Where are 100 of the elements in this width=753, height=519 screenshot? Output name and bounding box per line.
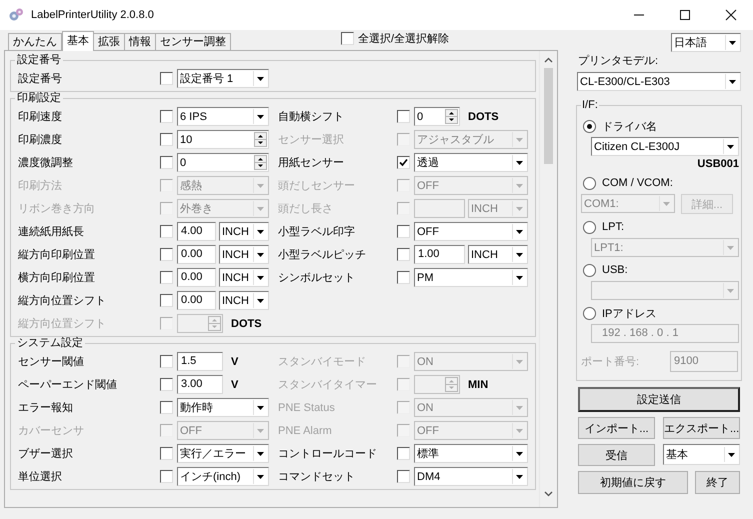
checkbox[interactable]: [160, 110, 173, 123]
checkbox[interactable]: [397, 470, 410, 483]
unit-dropdown[interactable]: INCH: [468, 245, 528, 264]
exit-button[interactable]: 終了: [695, 471, 740, 494]
radio-label: COM / VCOM:: [602, 177, 673, 189]
window-title: LabelPrinterUtility 2.0.8.0: [31, 9, 154, 21]
unit-dropdown[interactable]: INCH: [219, 245, 269, 264]
dropdown[interactable]: DM4: [414, 467, 528, 486]
group-title: 印刷設定: [16, 92, 62, 105]
input-field[interactable]: 4.00: [177, 222, 216, 241]
checkbox[interactable]: [160, 401, 173, 414]
radio-label: IPアドレス: [602, 306, 656, 320]
radio-button[interactable]: [583, 120, 596, 132]
printer-model-dropdown[interactable]: CL-E300/CL-E303: [577, 72, 741, 91]
dropdown[interactable]: 透過: [414, 153, 528, 172]
input-field[interactable]: 0.00: [177, 291, 216, 310]
dropdown[interactable]: PM: [414, 268, 528, 287]
receive-button[interactable]: 受信: [578, 444, 655, 466]
receive-mode-dropdown[interactable]: 基本: [663, 444, 740, 465]
reset-defaults-button[interactable]: 初期値に戻す: [578, 471, 688, 494]
setting-label: 印刷方法: [18, 178, 63, 193]
checkbox[interactable]: [160, 72, 173, 85]
setting-label: スタンバイタイマー: [278, 378, 378, 392]
caret-icon: [727, 246, 734, 250]
import-button[interactable]: インポート...: [578, 417, 655, 439]
checkbox[interactable]: [397, 156, 410, 169]
port-number-label: ポート番号:: [581, 354, 640, 369]
unit-dropdown[interactable]: INCH: [219, 268, 269, 287]
spin-field[interactable]: [177, 314, 223, 333]
checkbox[interactable]: [397, 225, 410, 238]
checkbox[interactable]: [341, 32, 354, 45]
spin-arrows-icon: [254, 155, 267, 170]
caret-icon: [257, 114, 264, 118]
setting-label: スタンバイモード: [278, 355, 367, 369]
port-label: USB001: [697, 158, 739, 170]
checkbox[interactable]: [397, 110, 410, 123]
scroll-down-icon[interactable]: [544, 491, 553, 497]
caret-icon: [516, 138, 523, 142]
setting-label: 用紙センサー: [278, 156, 345, 170]
input-field[interactable]: 0.00: [177, 268, 216, 287]
setting-label: 頭だし長さ: [278, 202, 334, 216]
dropdown[interactable]: インチ(inch): [177, 467, 269, 486]
setting-label: PNE Status: [278, 402, 336, 414]
language-dropdown[interactable]: 日本語: [671, 33, 741, 52]
dropdown[interactable]: 実行／エラー: [177, 444, 269, 463]
dropdown[interactable]: 6 IPS: [177, 107, 269, 126]
dropdown[interactable]: 設定番号 1: [177, 69, 269, 88]
spin-field[interactable]: 0: [177, 153, 269, 172]
setting-label: 設定番号: [18, 72, 63, 86]
setting-label: 小型ラベル印字: [278, 224, 356, 239]
dropdown[interactable]: OFF: [414, 222, 528, 241]
input-field[interactable]: 1.5: [177, 352, 223, 371]
input-field[interactable]: 3.00: [177, 375, 223, 394]
maximize-icon[interactable]: [679, 9, 691, 21]
unit-dropdown[interactable]: INCH: [219, 291, 269, 310]
spin-field[interactable]: [414, 375, 460, 394]
checkbox[interactable]: [160, 248, 173, 261]
caret-icon: [257, 428, 264, 432]
caret-icon: [727, 288, 734, 292]
checkbox[interactable]: [397, 271, 410, 284]
setting-label: 横方向印刷位置: [18, 270, 96, 285]
spin-field[interactable]: 10: [177, 130, 269, 149]
checkbox[interactable]: [160, 378, 173, 391]
caret-icon: [257, 452, 264, 456]
send-settings-button[interactable]: 設定送信: [578, 387, 740, 412]
close-icon[interactable]: [725, 9, 737, 21]
scroll-up-icon[interactable]: [544, 57, 553, 63]
unit-label: DOTS: [468, 110, 499, 122]
checkbox[interactable]: [160, 133, 173, 146]
input-field[interactable]: [414, 199, 465, 218]
input-field[interactable]: 0.00: [177, 245, 216, 264]
printer-model-label: プリンタモデル:: [578, 54, 660, 68]
radio-label: ドライバ名: [602, 120, 657, 134]
tab[interactable]: 基本: [62, 31, 94, 51]
checkbox[interactable]: [160, 447, 173, 460]
checkbox[interactable]: [160, 294, 173, 307]
setting-label: エラー報知: [18, 401, 74, 415]
unit-label: MIN: [468, 378, 488, 390]
unit-dropdown[interactable]: INCH: [219, 222, 269, 241]
unit-label: DOTS: [231, 318, 262, 330]
checkbox[interactable]: [160, 271, 173, 284]
caret-icon: [257, 474, 264, 478]
spin-arrows-icon: [445, 377, 458, 392]
dropdown[interactable]: 動作時: [177, 398, 269, 417]
checkbox[interactable]: [160, 156, 173, 169]
checkbox[interactable]: [160, 355, 173, 368]
setting-label: 縦方向位置シフト: [18, 294, 107, 308]
spin-field[interactable]: 0: [414, 107, 460, 126]
checkbox[interactable]: [160, 225, 173, 238]
caret-icon: [729, 80, 736, 84]
caret-icon: [257, 406, 264, 410]
input-field[interactable]: 1.00: [414, 245, 465, 264]
checkbox[interactable]: [397, 248, 410, 261]
dropdown[interactable]: 標準: [414, 444, 528, 463]
export-button[interactable]: エクスポート...: [663, 417, 740, 439]
dropdown[interactable]: Citizen CL-E300J: [591, 137, 739, 156]
scrollbar-thumb[interactable]: [544, 68, 553, 164]
setting-label: コマンドセット: [278, 470, 356, 484]
checkbox[interactable]: [160, 470, 173, 483]
checkbox[interactable]: [397, 447, 410, 460]
